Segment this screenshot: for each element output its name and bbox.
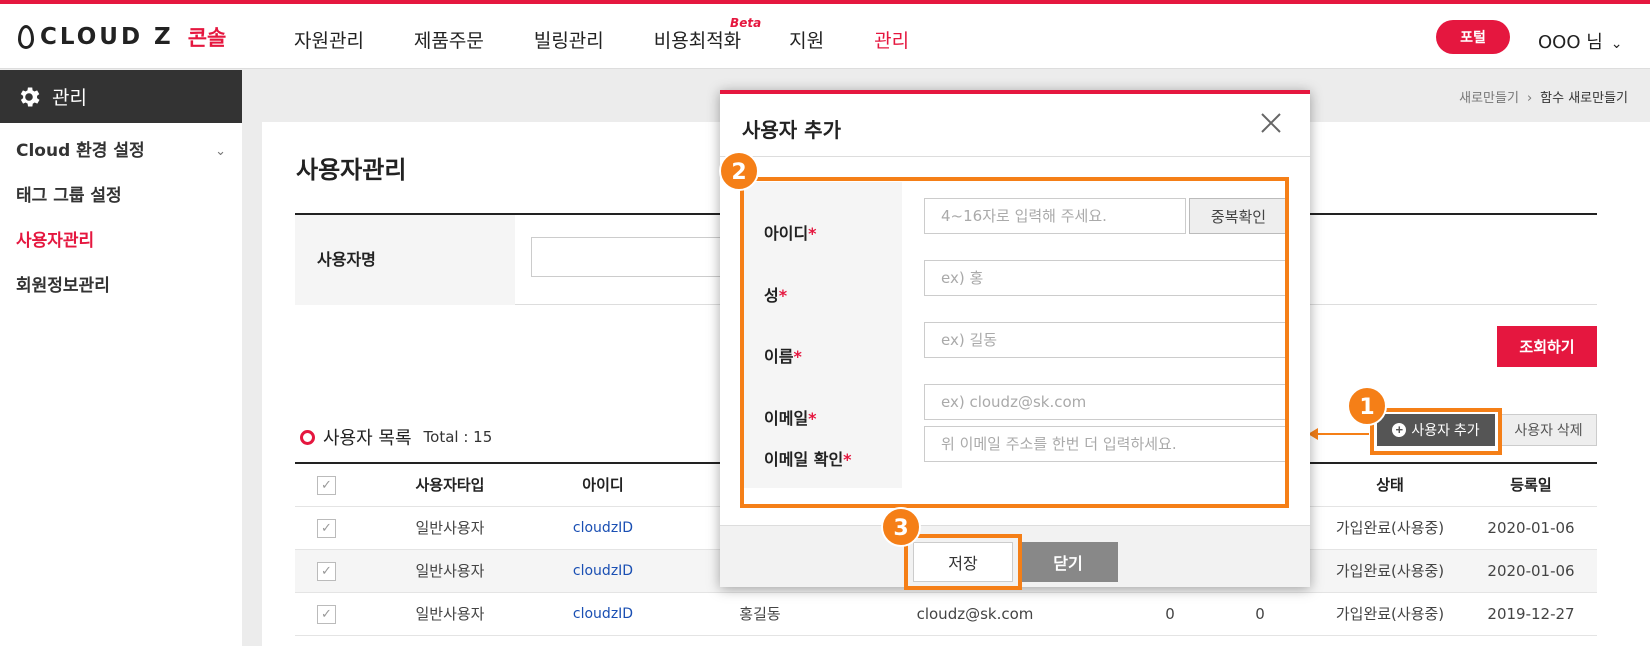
breadcrumb-parent[interactable]: 새로만들기	[1459, 91, 1519, 106]
chevron-down-icon: ⌄	[215, 144, 226, 159]
arrow-line	[1316, 433, 1369, 435]
breadcrumb-current: 함수 새로만들기	[1540, 91, 1628, 106]
drop-icon	[18, 25, 34, 49]
delete-user-button[interactable]: 사용자 삭제	[1500, 414, 1597, 446]
col-id: 아이디	[582, 476, 624, 494]
sidebar: 관리 Cloud 환경 설정 ⌄ 태그 그룹 설정 사용자관리 회원정보관리	[0, 70, 242, 646]
close-button[interactable]: 닫기	[1018, 542, 1118, 582]
ring-icon	[300, 429, 315, 445]
col-date: 등록일	[1510, 476, 1552, 494]
total-count: Total : 15	[423, 428, 493, 446]
close-icon[interactable]	[1260, 112, 1282, 134]
main-nav: 자원관리 제품주문 빌링관리 비용최적화 Beta 지원 관리	[294, 16, 959, 53]
cell-count-1: 0	[1165, 605, 1175, 623]
gear-icon	[20, 86, 40, 107]
page-title: 사용자관리	[296, 156, 407, 184]
sidebar-item-user-management[interactable]: 사용자관리	[0, 219, 242, 264]
portal-button[interactable]: 포털	[1436, 20, 1510, 54]
sidebar-item-label: Cloud 환경 설정	[16, 141, 145, 161]
list-title-label: 사용자 목록	[323, 428, 412, 449]
nav-order[interactable]: 제품주문	[414, 26, 484, 53]
search-button[interactable]: 조회하기	[1497, 326, 1597, 367]
step-marker-3: 3	[881, 507, 921, 547]
row-checkbox[interactable]: ✓	[317, 519, 336, 538]
sidebar-header: 관리	[0, 70, 242, 123]
cell-date: 2019-12-27	[1487, 605, 1575, 623]
select-all-checkbox[interactable]: ✓	[317, 476, 336, 495]
cell-date: 2020-01-06	[1487, 562, 1575, 580]
cell-status: 가입완료(사용중)	[1335, 605, 1445, 623]
cell-name: 홍길동	[739, 605, 781, 623]
col-status: 상태	[1376, 476, 1404, 494]
logo-text: CLOUD Z	[40, 24, 174, 50]
row-checkbox[interactable]: ✓	[317, 605, 336, 624]
cell-id-link[interactable]: cloudzID	[533, 507, 673, 550]
cell-id-link[interactable]: cloudzID	[533, 550, 673, 593]
nav-cost-optimization-label: 비용최적화	[653, 30, 742, 52]
top-header: CLOUD Z 콘솔 자원관리 제품주문 빌링관리 비용최적화 Beta 지원 …	[0, 4, 1650, 69]
user-menu[interactable]: OOO 님 ⌄	[1538, 28, 1623, 54]
cell-email: cloudz@sk.com	[916, 605, 1034, 623]
cell-id-link[interactable]: cloudzID	[533, 593, 673, 636]
nav-admin[interactable]: 관리	[874, 26, 909, 53]
sidebar-title: 관리	[52, 87, 87, 109]
user-name: OOO 님	[1538, 32, 1603, 53]
nav-support[interactable]: 지원	[789, 26, 824, 53]
highlight-box-2	[740, 177, 1289, 508]
cell-user-type: 일반사용자	[415, 562, 485, 580]
breadcrumb: 새로만들기 › 함수 새로만들기	[1459, 87, 1628, 106]
row-checkbox[interactable]: ✓	[317, 562, 336, 581]
list-title: 사용자 목록 Total : 15	[300, 424, 492, 450]
cell-count-2: 0	[1255, 605, 1265, 623]
nav-resources[interactable]: 자원관리	[294, 26, 364, 53]
highlight-box-3	[904, 534, 1022, 590]
cell-user-type: 일반사용자	[415, 519, 485, 537]
dialog-divider	[720, 156, 1310, 157]
cell-status: 가입완료(사용중)	[1335, 562, 1445, 580]
nav-cost-optimization[interactable]: 비용최적화 Beta	[653, 16, 761, 53]
beta-badge: Beta	[730, 16, 762, 30]
logo[interactable]: CLOUD Z 콘솔	[18, 22, 226, 52]
search-label: 사용자명	[295, 215, 515, 305]
chevron-down-icon: ⌄	[1610, 36, 1623, 52]
logo-subtitle: 콘솔	[187, 26, 227, 50]
dialog-title: 사용자 추가	[742, 118, 841, 142]
chevron-right-icon: ›	[1526, 91, 1533, 106]
sidebar-item-cloud-settings[interactable]: Cloud 환경 설정 ⌄	[0, 129, 242, 174]
nav-billing[interactable]: 빌링관리	[534, 26, 604, 53]
step-marker-1: 1	[1347, 386, 1387, 426]
cell-status: 가입완료(사용중)	[1335, 519, 1445, 537]
cell-user-type: 일반사용자	[415, 605, 485, 623]
cell-date: 2020-01-06	[1487, 519, 1575, 537]
table-row[interactable]: ✓ 일반사용자 cloudzID 홍길동 cloudz@sk.com 0 0 가…	[295, 593, 1597, 636]
add-user-dialog: 사용자 추가 아이디* 중복확인 성* 이름* 이메일* 이메일 확인* 저장 …	[720, 90, 1310, 590]
step-marker-2: 2	[719, 151, 759, 191]
col-user-type: 사용자타입	[415, 476, 485, 494]
sidebar-item-tag-group[interactable]: 태그 그룹 설정	[0, 174, 242, 219]
highlight-box-1	[1370, 408, 1502, 455]
sidebar-item-member-info[interactable]: 회원정보관리	[0, 264, 242, 309]
